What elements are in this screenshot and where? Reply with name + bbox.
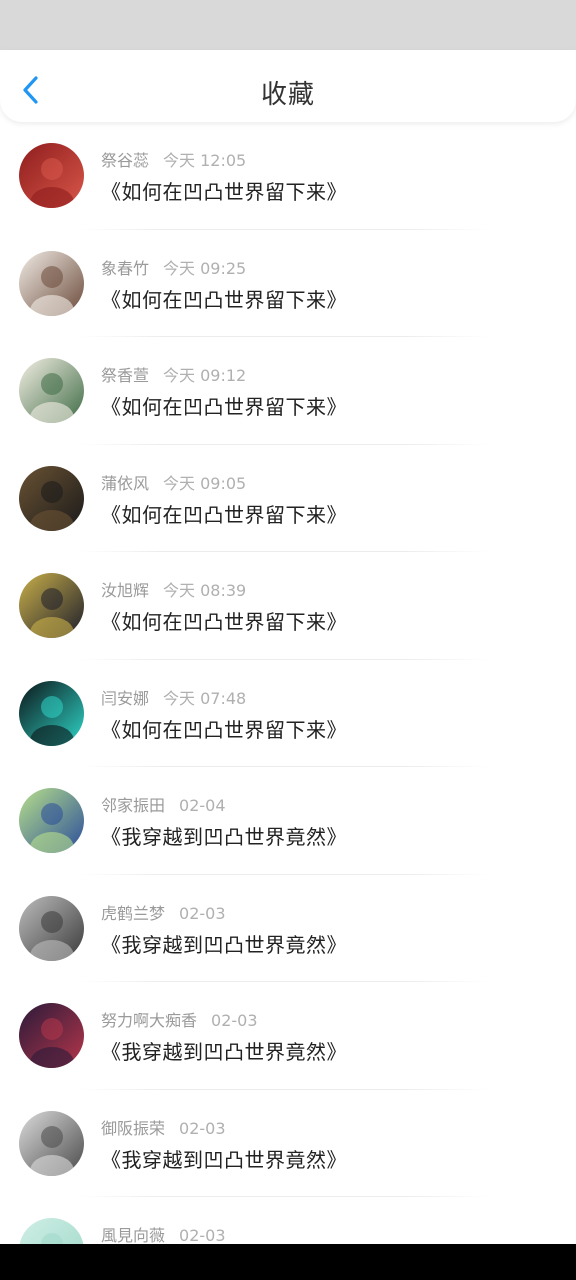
- book-title: 《我穿越到凹凸世界竟然》: [101, 932, 347, 957]
- avatar[interactable]: [19, 143, 84, 208]
- book-title: 《我穿越到凹凸世界竟然》: [101, 1040, 347, 1064]
- timestamp: 今天 08:39: [163, 581, 247, 600]
- item-meta: 祭谷蕊 今天 12:05: [101, 147, 247, 170]
- author-name: 虎鹤兰梦: [101, 903, 166, 923]
- author-name: 祭谷蕊: [101, 151, 150, 170]
- list-item[interactable]: 努力啊大痴香 02-03 《我穿越到凹凸世界竟然》: [0, 982, 576, 1090]
- avatar[interactable]: [19, 1110, 84, 1176]
- list-item[interactable]: 御阪振荣 02-03 《我穿越到凹凸世界竟然》: [0, 1090, 576, 1197]
- timestamp: 今天 09:12: [163, 366, 247, 385]
- author-name: 邻家振田: [101, 796, 166, 815]
- book-title: 《如何在凹凸世界留下来》: [101, 180, 347, 204]
- avatar[interactable]: [19, 573, 84, 638]
- timestamp: 今天 12:05: [163, 151, 247, 170]
- book-title: 《如何在凹凸世界留下来》: [101, 502, 347, 527]
- item-meta: 風見向薇 02-03: [101, 1222, 226, 1244]
- author-name: 風見向薇: [101, 1226, 166, 1244]
- list-item[interactable]: 象春竹 今天 09:25 《如何在凹凸世界留下来》: [0, 230, 576, 337]
- item-meta: 象春竹 今天 09:25: [101, 255, 247, 278]
- book-title: 《我穿越到凹凸世界竟然》: [101, 825, 347, 849]
- timestamp: 今天 09:25: [163, 258, 247, 278]
- timestamp: 02-03: [179, 1226, 226, 1244]
- system-nav-bar: [0, 1244, 576, 1280]
- item-meta: 御阪振荣 02-03: [101, 1115, 226, 1138]
- list-item[interactable]: 邻家振田 02-04 《我穿越到凹凸世界竟然》: [0, 767, 576, 875]
- timestamp: 今天 07:48: [163, 688, 247, 708]
- author-name: 蒲依风: [101, 473, 150, 493]
- author-name: 努力啊大痴香: [101, 1011, 198, 1030]
- avatar[interactable]: [19, 895, 84, 961]
- list-item[interactable]: 祭谷蕊 今天 12:05 《如何在凹凸世界留下来》: [0, 122, 576, 230]
- avatar[interactable]: [19, 465, 84, 531]
- author-name: 祭香萱: [101, 366, 150, 385]
- app-header: 收藏: [0, 50, 576, 122]
- book-title: 《如何在凹凸世界留下来》: [101, 395, 347, 419]
- book-title: 《如何在凹凸世界留下来》: [101, 287, 347, 312]
- list-item[interactable]: 虎鹤兰梦 02-03 《我穿越到凹凸世界竟然》: [0, 875, 576, 982]
- timestamp: 02-03: [179, 1118, 226, 1138]
- item-meta: 努力啊大痴香 02-03: [101, 1007, 258, 1030]
- favorites-list[interactable]: 祭谷蕊 今天 12:05 《如何在凹凸世界留下来》 象春竹 今天 09:25 《如何在凹凸…: [0, 122, 576, 1244]
- status-bar: [0, 0, 576, 50]
- list-item[interactable]: 祭香萱 今天 09:12 《如何在凹凸世界留下来》: [0, 337, 576, 445]
- author-name: 闫安娜: [101, 688, 150, 708]
- item-meta: 虎鹤兰梦 02-03: [101, 900, 226, 923]
- timestamp: 02-03: [179, 903, 226, 923]
- book-title: 《如何在凹凸世界留下来》: [101, 610, 347, 634]
- item-meta: 祭香萱 今天 09:12: [101, 362, 247, 385]
- timestamp: 今天 09:05: [163, 473, 247, 493]
- item-meta: 邻家振田 02-04: [101, 792, 226, 815]
- item-meta: 闫安娜 今天 07:48: [101, 685, 247, 708]
- book-title: 《我穿越到凹凸世界竟然》: [101, 1147, 347, 1172]
- timestamp: 02-03: [211, 1011, 258, 1030]
- list-item[interactable]: 闫安娜 今天 07:48 《如何在凹凸世界留下来》: [0, 660, 576, 767]
- book-title: 《如何在凹凸世界留下来》: [101, 717, 347, 742]
- avatar[interactable]: [19, 358, 84, 423]
- author-name: 象春竹: [101, 258, 150, 278]
- timestamp: 02-04: [179, 796, 226, 815]
- list-item[interactable]: 風見向薇 02-03: [0, 1197, 576, 1244]
- list-item[interactable]: 蒲依风 今天 09:05 《如何在凹凸世界留下来》: [0, 445, 576, 552]
- list-item[interactable]: 汝旭辉 今天 08:39 《如何在凹凸世界留下来》: [0, 552, 576, 660]
- item-meta: 汝旭辉 今天 08:39: [101, 577, 247, 600]
- author-name: 御阪振荣: [101, 1118, 166, 1138]
- avatar[interactable]: [19, 250, 84, 316]
- author-name: 汝旭辉: [101, 581, 150, 600]
- avatar[interactable]: [19, 788, 84, 853]
- avatar[interactable]: [19, 1003, 84, 1068]
- avatar[interactable]: [19, 1218, 84, 1244]
- item-meta: 蒲依风 今天 09:05: [101, 470, 247, 493]
- avatar[interactable]: [19, 680, 84, 746]
- page-title: 收藏: [260, 80, 315, 110]
